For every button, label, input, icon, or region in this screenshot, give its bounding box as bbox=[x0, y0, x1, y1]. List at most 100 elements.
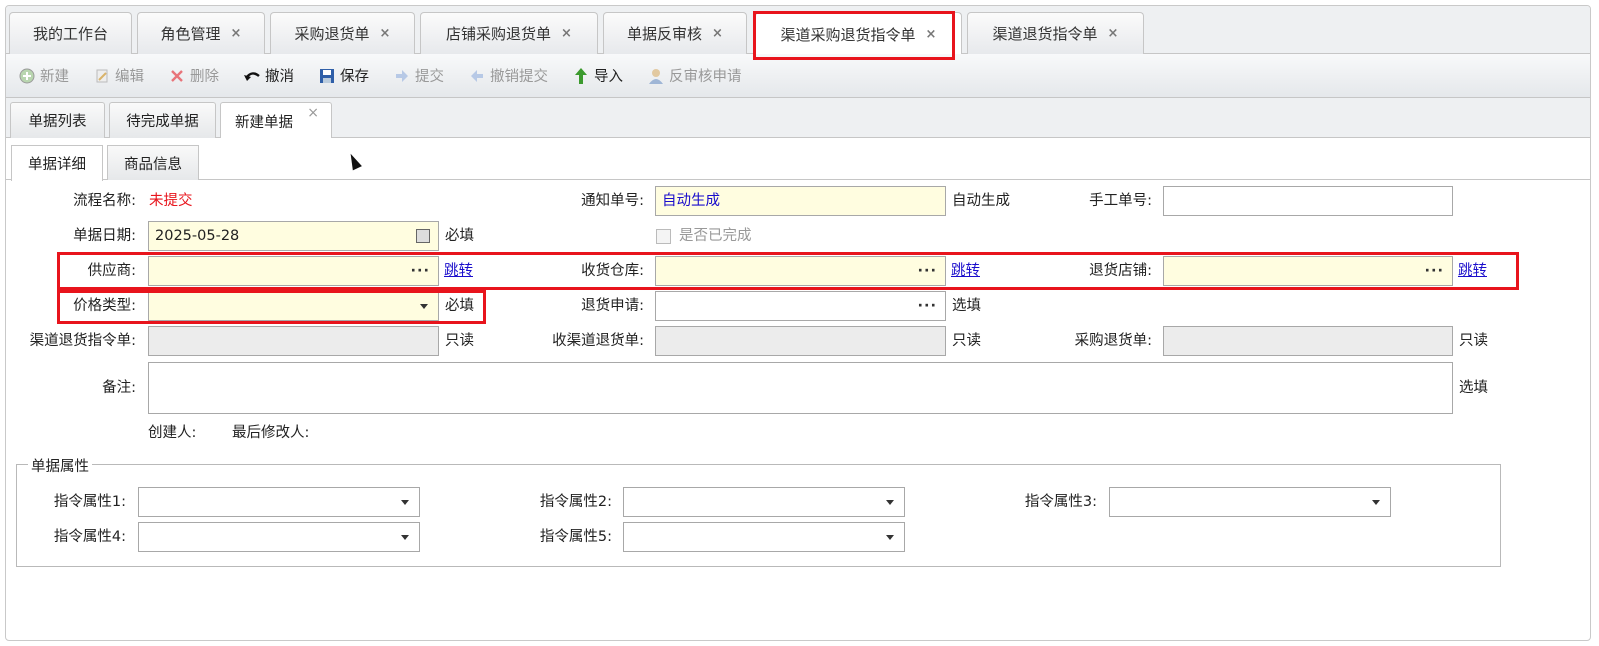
return-apply-hint: 选填 bbox=[952, 298, 981, 314]
tab-reverse-audit[interactable]: 单据反审核 × bbox=[603, 12, 747, 54]
submit-button[interactable]: 提交 bbox=[393, 65, 444, 86]
supplier-field[interactable]: ··· bbox=[148, 256, 439, 286]
attr1-label: 指令属性1: bbox=[53, 494, 126, 510]
undo-icon bbox=[243, 67, 260, 84]
channel-return-label: 渠道退货指令单: bbox=[29, 333, 136, 349]
price-type-hint: 必填 bbox=[445, 298, 474, 314]
chevron-down-icon[interactable] bbox=[1372, 500, 1380, 505]
notice-no-hint: 自动生成 bbox=[952, 193, 1010, 209]
user-icon bbox=[647, 67, 664, 84]
cancel-submit-label: 撤销提交 bbox=[490, 69, 548, 85]
attr3-label: 指令属性3: bbox=[1024, 494, 1097, 510]
completed-label: 是否已完成 bbox=[679, 228, 752, 244]
price-type-select[interactable] bbox=[148, 291, 439, 321]
document-properties-legend: 单据属性 bbox=[28, 455, 92, 476]
tab-label: 我的工作台 bbox=[32, 25, 108, 43]
submit-label: 提交 bbox=[415, 69, 444, 85]
tab-label: 待完成单据 bbox=[126, 114, 199, 130]
return-store-jump-link[interactable]: 跳转 bbox=[1458, 256, 1487, 286]
tab-purchase-return[interactable]: 采购退货单 × bbox=[270, 12, 415, 54]
reverse-audit-button[interactable]: 反审核申请 bbox=[647, 65, 742, 86]
remark-label: 备注: bbox=[102, 380, 136, 396]
chevron-down-icon[interactable] bbox=[420, 304, 428, 309]
close-icon[interactable]: × bbox=[231, 26, 242, 41]
plus-circle-icon bbox=[18, 67, 35, 84]
tab-label: 采购退货单 bbox=[294, 25, 370, 43]
tab-label: 单据反审核 bbox=[627, 25, 703, 43]
sub-tab-bar: 单据列表 待完成单据 新建单据 × bbox=[6, 98, 1590, 139]
reverse-audit-label: 反审核申请 bbox=[669, 69, 742, 85]
attr4-select[interactable] bbox=[138, 522, 420, 552]
process-name-value: 未提交 bbox=[149, 193, 193, 209]
close-icon[interactable]: × bbox=[380, 26, 391, 41]
chevron-down-icon[interactable] bbox=[886, 500, 894, 505]
manual-no-label: 手工单号: bbox=[1089, 193, 1152, 209]
date-label: 单据日期: bbox=[73, 228, 136, 244]
return-store-field[interactable]: ··· bbox=[1163, 256, 1453, 286]
cancel-submit-button[interactable]: 撤销提交 bbox=[468, 65, 548, 86]
supplier-jump-link[interactable]: 跳转 bbox=[444, 256, 473, 286]
attr1-select[interactable] bbox=[138, 487, 420, 517]
chevron-down-icon[interactable] bbox=[401, 500, 409, 505]
attr4-label: 指令属性4: bbox=[53, 529, 126, 545]
receive-channel-field bbox=[655, 326, 946, 356]
tab-document-list[interactable]: 单据列表 bbox=[10, 102, 105, 138]
close-icon[interactable]: × bbox=[561, 26, 572, 41]
remark-textarea[interactable] bbox=[148, 362, 1453, 414]
tab-workbench[interactable]: 我的工作台 bbox=[9, 12, 132, 54]
chevron-down-icon[interactable] bbox=[401, 535, 409, 540]
delete-button[interactable]: 删除 bbox=[168, 65, 219, 86]
edit-button[interactable]: 编辑 bbox=[93, 65, 144, 86]
tab-label: 新建单据 bbox=[235, 114, 293, 131]
undo-label: 撤消 bbox=[265, 69, 294, 85]
close-icon[interactable]: × bbox=[1108, 26, 1119, 41]
arrow-left-icon bbox=[468, 67, 485, 84]
modifier-label: 最后修改人: bbox=[232, 425, 310, 441]
close-icon[interactable]: × bbox=[307, 105, 319, 121]
date-field[interactable]: 2025-05-28 bbox=[148, 221, 439, 251]
notice-no-field[interactable]: 自动生成 bbox=[655, 186, 946, 216]
undo-button[interactable]: 撤消 bbox=[243, 65, 294, 86]
date-hint: 必填 bbox=[445, 228, 474, 244]
tab-channel-return-order[interactable]: 渠道退货指令单 × bbox=[967, 12, 1144, 54]
chevron-down-icon[interactable] bbox=[886, 535, 894, 540]
return-apply-field[interactable]: ··· bbox=[655, 291, 946, 321]
calendar-icon[interactable] bbox=[416, 229, 430, 243]
inner-tab-bar: 单据详细 商品信息 bbox=[6, 138, 1590, 181]
more-icon[interactable]: ··· bbox=[917, 257, 937, 285]
price-type-label: 价格类型: bbox=[73, 298, 136, 314]
floppy-disk-icon bbox=[318, 67, 335, 84]
completed-checkbox[interactable] bbox=[656, 229, 671, 244]
attr3-select[interactable] bbox=[1109, 487, 1391, 517]
attr5-select[interactable] bbox=[623, 522, 905, 552]
tab-document-detail[interactable]: 单据详细 bbox=[11, 145, 103, 181]
channel-return-hint: 只读 bbox=[445, 333, 474, 349]
save-label: 保存 bbox=[340, 69, 369, 85]
close-icon[interactable]: × bbox=[926, 27, 937, 42]
tab-store-purchase-return[interactable]: 店铺采购退货单 × bbox=[420, 12, 598, 54]
new-button[interactable]: 新建 bbox=[18, 65, 69, 86]
close-icon[interactable]: × bbox=[712, 26, 723, 41]
attr2-label: 指令属性2: bbox=[539, 494, 612, 510]
tab-label: 商品信息 bbox=[124, 156, 182, 173]
tab-new-document[interactable]: 新建单据 × bbox=[220, 102, 332, 139]
tab-label: 店铺采购退货单 bbox=[446, 25, 552, 43]
import-button[interactable]: 导入 bbox=[572, 65, 623, 86]
warehouse-jump-link[interactable]: 跳转 bbox=[951, 256, 980, 286]
return-store-label: 退货店铺: bbox=[1089, 263, 1152, 279]
tab-role-management[interactable]: 角色管理 × bbox=[137, 12, 265, 54]
save-button[interactable]: 保存 bbox=[318, 65, 369, 86]
edit-label: 编辑 bbox=[115, 69, 144, 85]
manual-no-field[interactable] bbox=[1163, 186, 1453, 216]
tab-channel-purchase-return-order[interactable]: 渠道采购退货指令单 × bbox=[755, 12, 962, 55]
more-icon[interactable]: ··· bbox=[410, 257, 430, 285]
more-icon[interactable]: ··· bbox=[1424, 257, 1444, 285]
warehouse-field[interactable]: ··· bbox=[655, 256, 946, 286]
more-icon[interactable]: ··· bbox=[917, 292, 937, 320]
remark-hint: 选填 bbox=[1459, 380, 1488, 396]
tab-product-info[interactable]: 商品信息 bbox=[107, 145, 199, 180]
notice-no-label: 通知单号: bbox=[581, 193, 644, 209]
purchase-return-field bbox=[1163, 326, 1453, 356]
attr2-select[interactable] bbox=[623, 487, 905, 517]
tab-pending-documents[interactable]: 待完成单据 bbox=[109, 102, 216, 138]
